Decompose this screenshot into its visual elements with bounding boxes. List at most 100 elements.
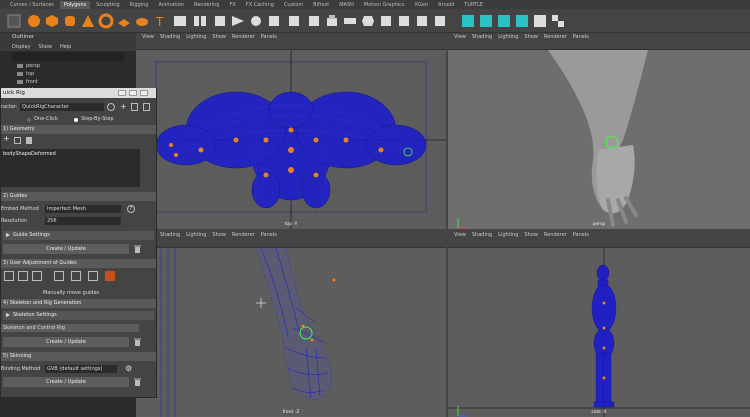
show-guides-icon[interactable] [88, 271, 98, 281]
target-weld-icon[interactable] [432, 13, 448, 29]
vp-menu-renderer[interactable]: Renderer [544, 232, 567, 238]
skeleton-section-header[interactable]: 4) Skeleton and Rig Generation [1, 299, 156, 308]
smooth-icon[interactable] [248, 13, 264, 29]
shelf-tab-mash[interactable]: MASH [335, 1, 358, 9]
step-by-step-radio[interactable] [74, 117, 78, 122]
shelf-tab-curves-surfaces[interactable]: Curves / Surfaces [6, 1, 58, 9]
vp-menu-show[interactable]: Show [524, 232, 538, 238]
vp-menu-panels[interactable]: Panels [261, 232, 277, 238]
bevel-icon[interactable] [360, 13, 376, 29]
guide-color-swatch[interactable] [105, 271, 115, 281]
remove-geometry-icon[interactable] [26, 137, 32, 144]
vp-menu-view[interactable]: View [142, 34, 154, 40]
geometry-item[interactable]: bodyShapeDeformed [3, 151, 56, 157]
extrude-icon[interactable] [324, 13, 340, 29]
vp-menu-lighting[interactable]: Lighting [498, 34, 518, 40]
skeleton-settings-header[interactable]: Skeleton Settings [3, 311, 154, 320]
trash-icon[interactable] [134, 245, 141, 253]
outliner-search-input[interactable] [12, 52, 124, 61]
resolution-dropdown[interactable]: 256 [45, 217, 121, 225]
guides-create-update-button[interactable]: Create / Update [3, 244, 129, 254]
text-icon[interactable]: T [152, 13, 168, 29]
poly-sphere-icon[interactable] [26, 13, 42, 29]
align-guide-icon[interactable] [32, 271, 42, 281]
shelf-tab-polygons[interactable]: Polygons [59, 0, 91, 9]
vp-menu-view[interactable]: View [454, 34, 466, 40]
outliner-item-top[interactable]: top [0, 70, 136, 78]
vp-menu-panels[interactable]: Panels [261, 34, 277, 40]
joint-icon[interactable] [71, 271, 81, 281]
trash-icon[interactable] [134, 338, 141, 346]
uv-checker-icon[interactable] [550, 13, 566, 29]
shelf-tab-fx-caching[interactable]: FX Caching [242, 1, 278, 9]
gear-icon[interactable]: ⚙ [125, 364, 132, 373]
shelf-tab-arnold[interactable]: Arnold [434, 1, 458, 9]
vp-menu-renderer[interactable]: Renderer [232, 232, 255, 238]
shelf-tab-turtle[interactable]: TURTLE [460, 1, 487, 9]
vp-menu-shading[interactable]: Shading [472, 232, 492, 238]
outliner-item-front[interactable]: front [0, 78, 136, 86]
vp-menu-renderer[interactable]: Renderer [232, 34, 255, 40]
poly-cone-icon[interactable] [80, 13, 96, 29]
trash-icon[interactable] [134, 378, 141, 386]
viewport-persp[interactable]: View Shading Lighting Show Renderer Pane… [448, 33, 750, 229]
outliner-menu-display[interactable]: Display [12, 44, 30, 50]
vp-menu-panels[interactable]: Panels [573, 34, 589, 40]
vp-menu-show[interactable]: Show [212, 232, 226, 238]
multi-cut-icon[interactable] [414, 13, 430, 29]
one-click-radio[interactable] [27, 117, 31, 122]
close-button[interactable] [140, 90, 148, 96]
viewport-side[interactable]: View Shading Lighting Show Renderer Pane… [448, 231, 750, 417]
uv-editor-icon[interactable] [460, 13, 476, 29]
shelf-tab-animation[interactable]: Animation [154, 1, 188, 9]
viewport-top[interactable]: View Shading Lighting Show Renderer Pane… [136, 33, 446, 229]
add-icon[interactable]: + [120, 102, 127, 112]
uv-cylindrical-icon[interactable] [496, 13, 512, 29]
outliner-menu-show[interactable]: Show [38, 44, 52, 50]
reduce-icon[interactable] [266, 13, 282, 29]
minimize-button[interactable] [118, 90, 126, 96]
select-guide-icon[interactable] [4, 271, 14, 281]
vp-menu-lighting[interactable]: Lighting [186, 232, 206, 238]
shelf-tab-sculpting[interactable]: Sculpting [92, 1, 123, 9]
uv-auto-icon[interactable] [532, 13, 548, 29]
vp-menu-view[interactable]: View [454, 232, 466, 238]
help-icon[interactable]: ? [127, 205, 135, 213]
save-icon[interactable] [131, 103, 138, 111]
vp-menu-show[interactable]: Show [212, 34, 226, 40]
guides-section-header[interactable]: 2) Guides [1, 192, 156, 201]
shelf-tab-bifrost[interactable]: Bifrost [309, 1, 333, 9]
boolean-icon[interactable] [212, 13, 228, 29]
uv-planar-icon[interactable] [478, 13, 494, 29]
skeleton-type-dropdown[interactable]: Skeleton and Control Rig [1, 324, 139, 332]
vp-menu-shading[interactable]: Shading [160, 232, 180, 238]
user-adjustment-section-header[interactable]: 3) User Adjustment of Guides [1, 259, 156, 268]
shelf-tab-custom[interactable]: Custom [280, 1, 307, 9]
refresh-icon[interactable] [107, 103, 115, 111]
shelf-tab-rigging[interactable]: Rigging [126, 1, 153, 9]
combine-icon[interactable] [172, 13, 188, 29]
menu-set-icon[interactable] [6, 13, 22, 29]
skinning-section-header[interactable]: 5) Skinning [1, 352, 156, 361]
append-icon[interactable] [378, 13, 394, 29]
mirror-guide-icon[interactable] [18, 271, 28, 281]
retopo-icon[interactable] [306, 13, 322, 29]
skinning-create-update-button[interactable]: Create / Update [3, 377, 129, 387]
select-geometry-icon[interactable] [14, 137, 21, 144]
outliner-menu-help[interactable]: Help [60, 44, 71, 50]
remesh-icon[interactable] [286, 13, 302, 29]
geometry-section-header[interactable]: 1) Geometry [1, 125, 156, 134]
fill-hole-icon[interactable] [396, 13, 412, 29]
vp-menu-shading[interactable]: Shading [472, 34, 492, 40]
vp-menu-shading[interactable]: Shading [160, 34, 180, 40]
poly-plane-icon[interactable] [116, 13, 132, 29]
poly-cylinder-icon[interactable] [62, 13, 78, 29]
mirror-icon[interactable] [230, 13, 246, 29]
shelf-tab-motion-graphics[interactable]: Motion Graphics [360, 1, 409, 9]
vp-menu-show[interactable]: Show [524, 34, 538, 40]
vp-menu-lighting[interactable]: Lighting [498, 232, 518, 238]
poly-disc-icon[interactable] [134, 13, 150, 29]
separate-icon[interactable] [192, 13, 208, 29]
viewport-front[interactable]: View Shading Lighting Show Renderer Pane… [136, 231, 446, 417]
poly-torus-icon[interactable] [98, 13, 114, 29]
